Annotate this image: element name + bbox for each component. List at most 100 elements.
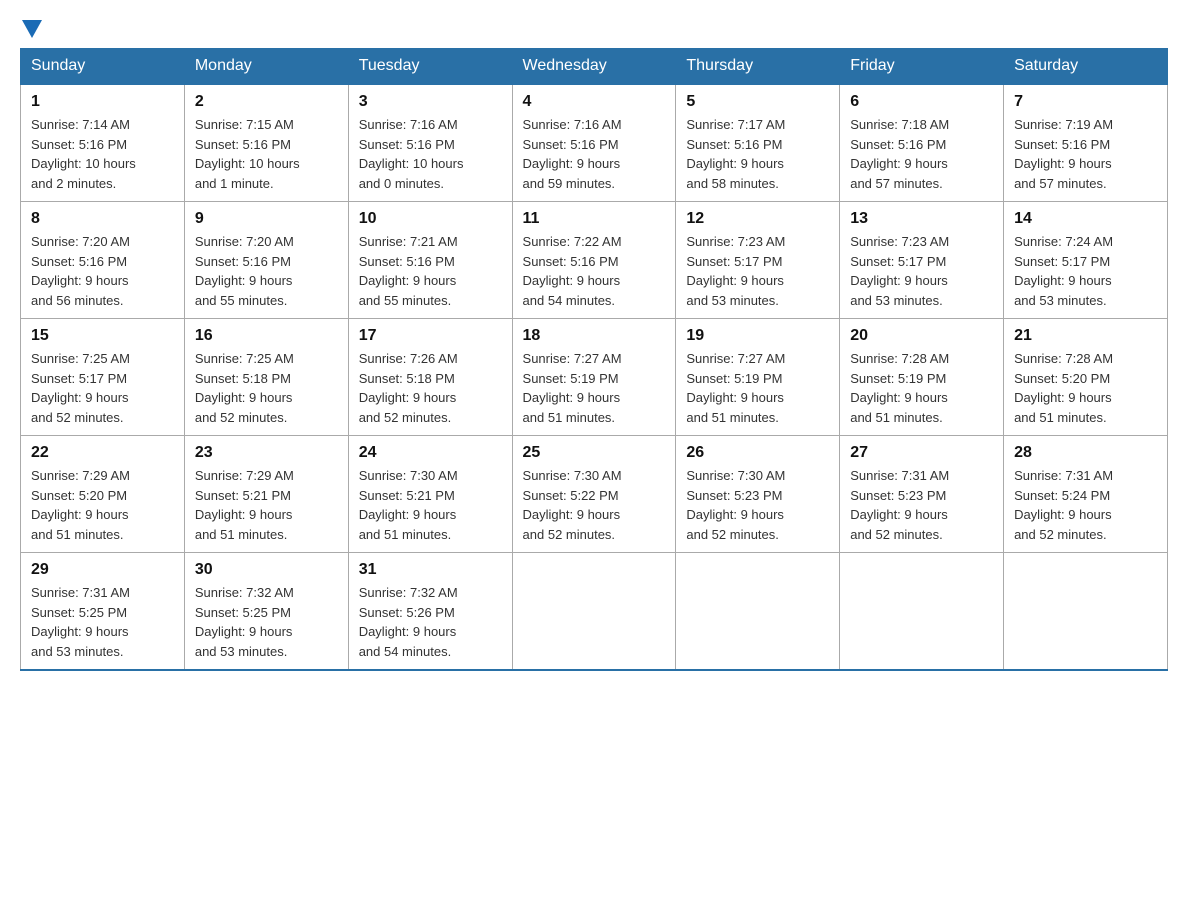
day-info: Sunrise: 7:31 AMSunset: 5:23 PMDaylight:…	[850, 466, 993, 544]
day-info: Sunrise: 7:28 AMSunset: 5:20 PMDaylight:…	[1014, 349, 1157, 427]
page-header	[20, 20, 1168, 38]
calendar-cell: 22 Sunrise: 7:29 AMSunset: 5:20 PMDayligh…	[21, 436, 185, 553]
day-info: Sunrise: 7:27 AMSunset: 5:19 PMDaylight:…	[686, 349, 829, 427]
day-number: 6	[850, 93, 993, 111]
day-info: Sunrise: 7:24 AMSunset: 5:17 PMDaylight:…	[1014, 232, 1157, 310]
day-info: Sunrise: 7:30 AMSunset: 5:23 PMDaylight:…	[686, 466, 829, 544]
day-number: 5	[686, 93, 829, 111]
calendar-cell: 3Sunrise: 7:16 AMSunset: 5:16 PMDaylight…	[348, 84, 512, 202]
day-number: 1	[31, 93, 174, 111]
calendar-cell: 7 Sunrise: 7:19 AMSunset: 5:16 PMDaylight…	[1004, 84, 1168, 202]
calendar-week-row: 22 Sunrise: 7:29 AMSunset: 5:20 PMDayligh…	[21, 436, 1168, 553]
column-header-wednesday: Wednesday	[512, 49, 676, 85]
day-info: Sunrise: 7:19 AMSunset: 5:16 PMDaylight:…	[1014, 115, 1157, 193]
day-info: Sunrise: 7:16 AMSunset: 5:16 PMDaylight:…	[523, 115, 666, 193]
day-info: Sunrise: 7:14 AMSunset: 5:16 PMDaylight:…	[31, 115, 174, 193]
day-number: 15	[31, 327, 174, 345]
calendar-cell: 18 Sunrise: 7:27 AMSunset: 5:19 PMDayligh…	[512, 319, 676, 436]
day-info: Sunrise: 7:15 AMSunset: 5:16 PMDaylight:…	[195, 115, 338, 193]
calendar-cell: 9 Sunrise: 7:20 AMSunset: 5:16 PMDaylight…	[184, 202, 348, 319]
day-number: 23	[195, 444, 338, 462]
day-number: 26	[686, 444, 829, 462]
calendar-cell: 25Sunrise: 7:30 AMSunset: 5:22 PMDayligh…	[512, 436, 676, 553]
day-number: 12	[686, 210, 829, 228]
day-info: Sunrise: 7:30 AMSunset: 5:21 PMDaylight:…	[359, 466, 502, 544]
day-number: 28	[1014, 444, 1157, 462]
calendar-cell: 19Sunrise: 7:27 AMSunset: 5:19 PMDayligh…	[676, 319, 840, 436]
day-number: 21	[1014, 327, 1157, 345]
calendar-cell	[512, 553, 676, 671]
column-header-sunday: Sunday	[21, 49, 185, 85]
calendar-header-row: SundayMondayTuesdayWednesdayThursdayFrid…	[21, 49, 1168, 85]
day-info: Sunrise: 7:25 AMSunset: 5:17 PMDaylight:…	[31, 349, 174, 427]
day-number: 29	[31, 561, 174, 579]
calendar-cell: 12Sunrise: 7:23 AMSunset: 5:17 PMDayligh…	[676, 202, 840, 319]
day-info: Sunrise: 7:17 AMSunset: 5:16 PMDaylight:…	[686, 115, 829, 193]
logo	[20, 20, 44, 38]
day-number: 10	[359, 210, 502, 228]
day-info: Sunrise: 7:31 AMSunset: 5:24 PMDaylight:…	[1014, 466, 1157, 544]
day-number: 2	[195, 93, 338, 111]
day-number: 3	[359, 93, 502, 111]
day-number: 31	[359, 561, 502, 579]
day-info: Sunrise: 7:32 AMSunset: 5:26 PMDaylight:…	[359, 583, 502, 661]
day-info: Sunrise: 7:18 AMSunset: 5:16 PMDaylight:…	[850, 115, 993, 193]
day-number: 17	[359, 327, 502, 345]
day-number: 14	[1014, 210, 1157, 228]
day-number: 13	[850, 210, 993, 228]
day-info: Sunrise: 7:20 AMSunset: 5:16 PMDaylight:…	[31, 232, 174, 310]
day-number: 27	[850, 444, 993, 462]
day-number: 25	[523, 444, 666, 462]
calendar-cell: 29 Sunrise: 7:31 AMSunset: 5:25 PMDayligh…	[21, 553, 185, 671]
calendar-cell: 23 Sunrise: 7:29 AMSunset: 5:21 PMDayligh…	[184, 436, 348, 553]
calendar-cell: 28 Sunrise: 7:31 AMSunset: 5:24 PMDayligh…	[1004, 436, 1168, 553]
calendar-cell: 4Sunrise: 7:16 AMSunset: 5:16 PMDaylight…	[512, 84, 676, 202]
calendar-cell: 10 Sunrise: 7:21 AMSunset: 5:16 PMDayligh…	[348, 202, 512, 319]
day-info: Sunrise: 7:26 AMSunset: 5:18 PMDaylight:…	[359, 349, 502, 427]
calendar-cell: 13Sunrise: 7:23 AMSunset: 5:17 PMDayligh…	[840, 202, 1004, 319]
calendar-cell: 26 Sunrise: 7:30 AMSunset: 5:23 PMDayligh…	[676, 436, 840, 553]
calendar-cell: 20Sunrise: 7:28 AMSunset: 5:19 PMDayligh…	[840, 319, 1004, 436]
column-header-saturday: Saturday	[1004, 49, 1168, 85]
day-info: Sunrise: 7:21 AMSunset: 5:16 PMDaylight:…	[359, 232, 502, 310]
calendar-cell	[676, 553, 840, 671]
column-header-monday: Monday	[184, 49, 348, 85]
calendar-cell: 1 Sunrise: 7:14 AMSunset: 5:16 PMDaylight…	[21, 84, 185, 202]
calendar-week-row: 1 Sunrise: 7:14 AMSunset: 5:16 PMDaylight…	[21, 84, 1168, 202]
calendar-cell: 14 Sunrise: 7:24 AMSunset: 5:17 PMDayligh…	[1004, 202, 1168, 319]
day-info: Sunrise: 7:29 AMSunset: 5:20 PMDaylight:…	[31, 466, 174, 544]
calendar-cell: 2 Sunrise: 7:15 AMSunset: 5:16 PMDaylight…	[184, 84, 348, 202]
day-info: Sunrise: 7:32 AMSunset: 5:25 PMDaylight:…	[195, 583, 338, 661]
calendar-cell: 15 Sunrise: 7:25 AMSunset: 5:17 PMDayligh…	[21, 319, 185, 436]
calendar-cell: 31 Sunrise: 7:32 AMSunset: 5:26 PMDayligh…	[348, 553, 512, 671]
day-info: Sunrise: 7:25 AMSunset: 5:18 PMDaylight:…	[195, 349, 338, 427]
day-number: 8	[31, 210, 174, 228]
day-info: Sunrise: 7:28 AMSunset: 5:19 PMDaylight:…	[850, 349, 993, 427]
calendar-cell: 30Sunrise: 7:32 AMSunset: 5:25 PMDayligh…	[184, 553, 348, 671]
calendar-week-row: 8 Sunrise: 7:20 AMSunset: 5:16 PMDaylight…	[21, 202, 1168, 319]
calendar-cell: 21 Sunrise: 7:28 AMSunset: 5:20 PMDayligh…	[1004, 319, 1168, 436]
calendar-week-row: 29 Sunrise: 7:31 AMSunset: 5:25 PMDayligh…	[21, 553, 1168, 671]
day-info: Sunrise: 7:20 AMSunset: 5:16 PMDaylight:…	[195, 232, 338, 310]
day-number: 11	[523, 210, 666, 228]
day-info: Sunrise: 7:31 AMSunset: 5:25 PMDaylight:…	[31, 583, 174, 661]
day-number: 16	[195, 327, 338, 345]
column-header-thursday: Thursday	[676, 49, 840, 85]
calendar-cell: 8 Sunrise: 7:20 AMSunset: 5:16 PMDaylight…	[21, 202, 185, 319]
calendar-cell: 16 Sunrise: 7:25 AMSunset: 5:18 PMDayligh…	[184, 319, 348, 436]
calendar-cell: 27 Sunrise: 7:31 AMSunset: 5:23 PMDayligh…	[840, 436, 1004, 553]
day-info: Sunrise: 7:29 AMSunset: 5:21 PMDaylight:…	[195, 466, 338, 544]
day-number: 9	[195, 210, 338, 228]
day-number: 24	[359, 444, 502, 462]
calendar-cell: 6 Sunrise: 7:18 AMSunset: 5:16 PMDaylight…	[840, 84, 1004, 202]
day-number: 18	[523, 327, 666, 345]
day-info: Sunrise: 7:22 AMSunset: 5:16 PMDaylight:…	[523, 232, 666, 310]
column-header-friday: Friday	[840, 49, 1004, 85]
calendar-cell: 5 Sunrise: 7:17 AMSunset: 5:16 PMDaylight…	[676, 84, 840, 202]
calendar-table: SundayMondayTuesdayWednesdayThursdayFrid…	[20, 48, 1168, 671]
calendar-cell	[1004, 553, 1168, 671]
calendar-cell: 11 Sunrise: 7:22 AMSunset: 5:16 PMDayligh…	[512, 202, 676, 319]
day-number: 22	[31, 444, 174, 462]
day-number: 7	[1014, 93, 1157, 111]
day-info: Sunrise: 7:27 AMSunset: 5:19 PMDaylight:…	[523, 349, 666, 427]
